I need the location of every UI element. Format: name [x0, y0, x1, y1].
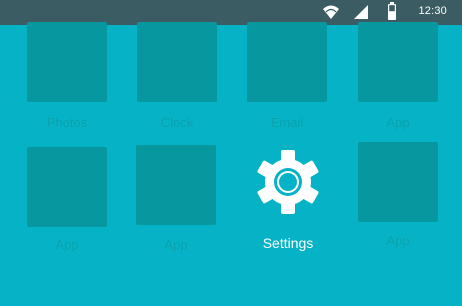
app-tile-app-2[interactable] [27, 147, 107, 227]
app-label-app-3: App [164, 237, 188, 252]
app-label-photos: Photos [46, 115, 88, 130]
app-label-app-4: App [386, 233, 410, 248]
app-tile-app-3[interactable] [136, 145, 216, 225]
app-label-app-1: App [386, 115, 410, 130]
app-label-settings: Settings [262, 235, 314, 251]
settings-app[interactable] [256, 150, 320, 214]
app-tile-app-1[interactable] [358, 22, 438, 102]
app-tile-clock[interactable] [137, 22, 217, 102]
gear-icon [257, 150, 319, 214]
status-time: 12:30 [418, 5, 447, 17]
app-tile-app-4[interactable] [358, 142, 438, 222]
app-tile-photos[interactable] [27, 22, 107, 102]
app-label-app-2: App [55, 237, 79, 252]
app-label-email: Email [270, 115, 304, 130]
app-tile-email[interactable] [247, 22, 327, 102]
home-screen: Photos Clock Email App App App Settings … [0, 22, 462, 306]
app-label-clock: Clock [160, 115, 194, 130]
